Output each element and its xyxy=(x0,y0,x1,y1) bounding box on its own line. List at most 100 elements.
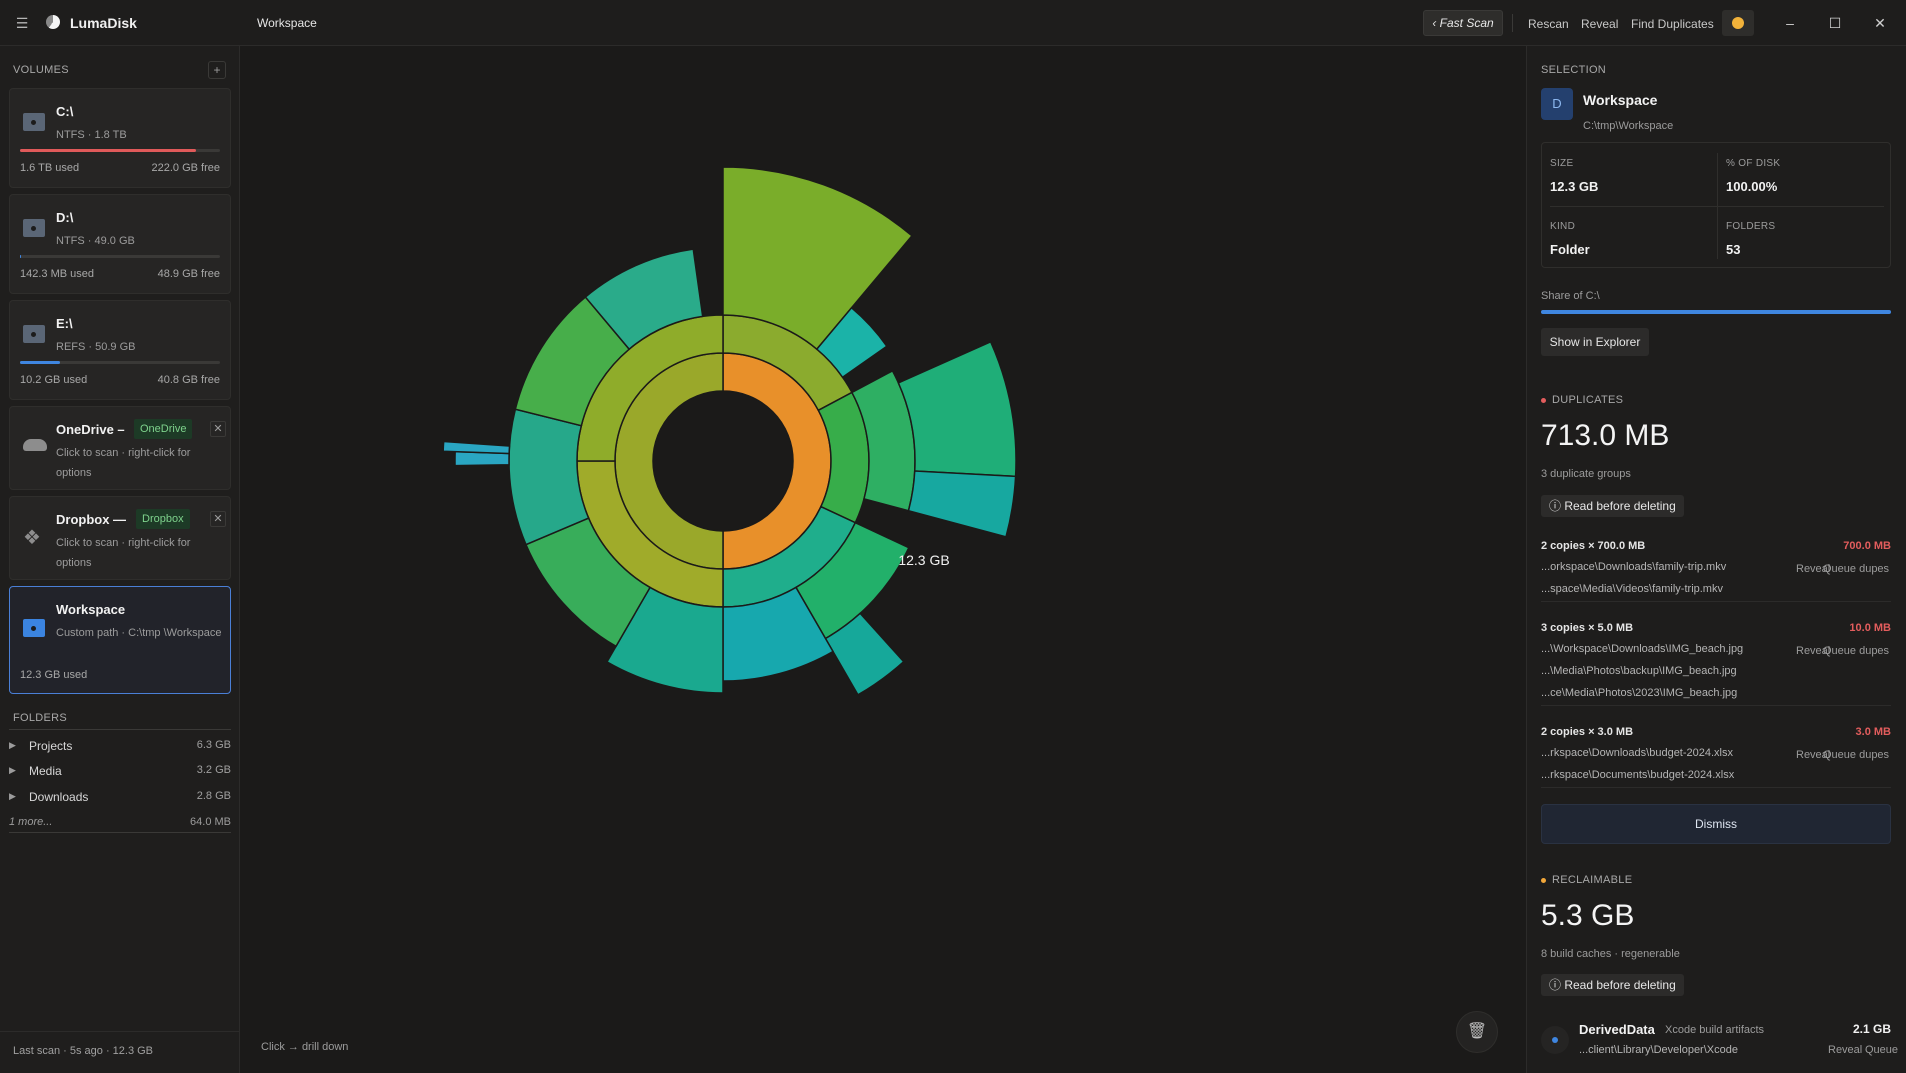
folder-row-projects[interactable]: ▶ Projects 6.3 GB xyxy=(9,734,231,758)
sidebar: VOLUMES + C:\ NTFS · 1.8 TB 1.6 TB used … xyxy=(0,46,240,1073)
reclaimable-item-desc: Xcode build artifacts xyxy=(1665,1024,1765,1036)
reveal-button[interactable]: Reveal xyxy=(1581,17,1618,31)
volume-used: 142.3 MB used xyxy=(20,268,94,280)
stat-value: Folder xyxy=(1550,242,1590,257)
volume-free: 222.0 GB free xyxy=(151,162,221,174)
cloud-tag: Dropbox xyxy=(136,509,190,529)
workspace-sub: Custom path · C:\tmp \Workspace xyxy=(56,627,222,639)
selection-header: SELECTION xyxy=(1541,64,1607,76)
stat-value: 53 xyxy=(1726,242,1741,257)
remove-cloud-button[interactable]: ✕ xyxy=(210,421,226,437)
info-icon: ⓘ xyxy=(1549,499,1565,513)
cloud-sub: Click to scan · right-click for options xyxy=(56,537,191,569)
volumes-header: VOLUMES xyxy=(13,64,69,76)
dup-group-title: 2 copies × 700.0 MB xyxy=(1541,540,1646,552)
sunburst-segment[interactable] xyxy=(897,340,1017,478)
queue-dupes-link[interactable]: Queue dupes xyxy=(1823,749,1889,761)
share-bar-fill xyxy=(1541,310,1891,314)
add-volume-button[interactable]: + xyxy=(208,61,226,79)
folders-divider xyxy=(9,729,231,730)
folder-row-media[interactable]: ▶ Media 3.2 GB xyxy=(9,759,231,783)
more-label: 1 more... xyxy=(9,816,53,828)
sun-icon xyxy=(1732,17,1744,29)
selection-stats: SIZE 12.3 GB % OF DISK 100.00% KIND Fold… xyxy=(1541,142,1891,268)
sunburst-segment[interactable] xyxy=(907,470,1017,538)
show-in-explorer-button[interactable]: Show in Explorer xyxy=(1541,328,1649,356)
queue-link[interactable]: Queue xyxy=(1865,1044,1898,1056)
reclaimable-header-label: RECLAIMABLE xyxy=(1552,874,1633,886)
volume-card-d[interactable]: D:\ NTFS · 49.0 GB 142.3 MB used 48.9 GB… xyxy=(9,194,231,294)
queue-dupes-link[interactable]: Queue dupes xyxy=(1823,645,1889,657)
usage-bar xyxy=(20,255,220,258)
folders-header: FOLDERS xyxy=(13,712,68,724)
folder-name: Downloads xyxy=(29,790,89,804)
stat-label: KIND xyxy=(1550,221,1576,232)
dropbox-icon: ❖ xyxy=(23,527,41,549)
volume-card-e[interactable]: E:\ REFS · 50.9 GB 10.2 GB used 40.8 GB … xyxy=(9,300,231,400)
dup-path: ...orkspace\Downloads\family-trip.mkv xyxy=(1541,561,1727,573)
cloud-sub: Click to scan · right-click for options xyxy=(56,447,191,479)
last-scan-status: Last scan · 5s ago · 12.3 GB xyxy=(13,1045,154,1057)
dismiss-button[interactable]: Dismiss xyxy=(1541,804,1891,844)
volume-card-c[interactable]: C:\ NTFS · 1.8 TB 1.6 TB used 222.0 GB f… xyxy=(9,88,231,188)
workspace-used: 12.3 GB used xyxy=(20,669,88,681)
duplicates-header: DUPLICATES xyxy=(1541,394,1623,406)
folder-size: 3.2 GB xyxy=(196,764,231,776)
close-button[interactable]: ✕ xyxy=(1868,11,1892,35)
share-bar xyxy=(1541,310,1891,314)
hamburger-menu-icon[interactable]: ☰ xyxy=(12,14,32,32)
dup-group-title: 3 copies × 5.0 MB xyxy=(1541,622,1634,634)
drive-icon xyxy=(23,113,45,131)
workspace-card[interactable]: Workspace Custom path · C:\tmp \Workspac… xyxy=(9,586,231,694)
workspace-name: Workspace xyxy=(56,602,126,617)
queue-dupes-link[interactable]: Queue dupes xyxy=(1823,563,1889,575)
find-duplicates-button[interactable]: Find Duplicates xyxy=(1631,17,1714,31)
cloud-card-dropbox[interactable]: ❖ Dropbox — Dropbox ✕ Click to scan · ri… xyxy=(9,496,231,580)
drive-icon xyxy=(23,219,45,237)
stat-divider xyxy=(1550,206,1884,207)
rescan-button[interactable]: Rescan xyxy=(1528,17,1569,31)
usage-bar xyxy=(20,361,220,364)
sunburst-center-total[interactable]: 12.3 GB xyxy=(864,552,984,568)
fast-scan-button[interactable]: ‹ Fast Scan xyxy=(1423,10,1503,36)
drive-icon xyxy=(23,325,45,343)
read-before-deleting-button[interactable]: ⓘ Read before deleting xyxy=(1541,974,1684,996)
dup-path: ...\Media\Photos\backup\IMG_beach.jpg xyxy=(1541,665,1737,677)
volume-sub: REFS · 50.9 GB xyxy=(56,341,136,353)
volume-name: C:\ xyxy=(56,104,74,119)
maximize-button[interactable]: ☐ xyxy=(1823,11,1847,35)
duplicate-group: 2 copies × 700.0 MB 700.0 MB ...orkspace… xyxy=(1541,540,1891,602)
usage-bar-fill xyxy=(20,255,21,258)
remove-cloud-button[interactable]: ✕ xyxy=(210,511,226,527)
read-before-label: Read before deleting xyxy=(1564,499,1676,513)
app-name: LumaDisk xyxy=(70,15,137,31)
read-before-deleting-button[interactable]: ⓘ Read before deleting xyxy=(1541,495,1684,517)
toolbar-divider xyxy=(1512,14,1513,32)
theme-toggle-button[interactable] xyxy=(1722,10,1754,36)
sunburst-segment[interactable] xyxy=(442,440,511,455)
expand-triangle-icon[interactable]: ▶ xyxy=(9,740,16,751)
more-folders-row[interactable]: 1 more... 64.0 MB xyxy=(9,811,231,833)
reveal-link[interactable]: Reveal xyxy=(1828,1044,1862,1056)
cache-icon xyxy=(1541,1026,1569,1054)
volume-name: E:\ xyxy=(56,316,73,331)
breadcrumb: Workspace xyxy=(257,16,317,30)
usage-bar-fill xyxy=(20,149,196,152)
usage-bar xyxy=(20,149,220,152)
drill-down-hint: Click → drill down xyxy=(261,1041,349,1053)
trash-icon[interactable]: 🗑 xyxy=(1456,1011,1498,1053)
expand-triangle-icon[interactable]: ▶ xyxy=(9,791,16,802)
expand-triangle-icon[interactable]: ▶ xyxy=(9,765,16,776)
status-footer: Last scan · 5s ago · 12.3 GB xyxy=(0,1031,240,1073)
reclaimable-sub: 8 build caches · regenerable xyxy=(1541,948,1680,960)
share-label: Share of C:\ xyxy=(1541,290,1600,302)
volume-free: 40.8 GB free xyxy=(157,374,220,386)
cloud-card-onedrive[interactable]: OneDrive – OneDrive ✕ Click to scan · ri… xyxy=(9,406,231,490)
stat-folders: FOLDERS 53 xyxy=(1726,221,1775,257)
volume-name: D:\ xyxy=(56,210,74,225)
usage-bar-fill xyxy=(20,361,60,364)
minimize-button[interactable]: – xyxy=(1778,11,1802,35)
folder-row-downloads[interactable]: ▶ Downloads 2.8 GB xyxy=(9,785,231,809)
stat-value: 12.3 GB xyxy=(1550,179,1599,194)
dup-path: ...space\Media\Videos\family-trip.mkv xyxy=(1541,583,1723,595)
